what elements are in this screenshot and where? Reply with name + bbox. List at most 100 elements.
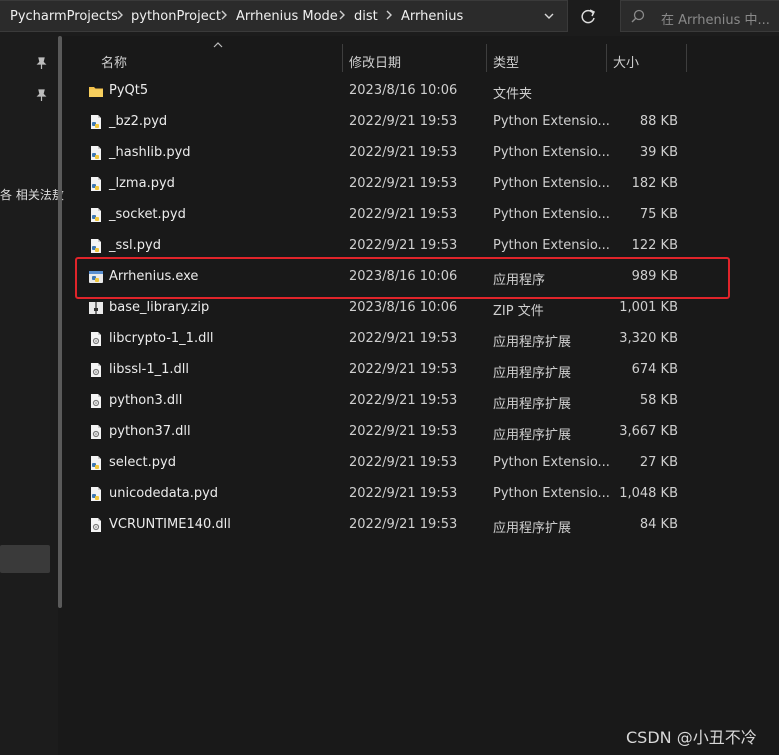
zip-file-icon <box>88 300 104 316</box>
file-name: python37.dll <box>109 424 191 439</box>
file-type: 应用程序扩展 <box>493 366 572 381</box>
file-type: Python Extensio... <box>493 145 610 160</box>
file-name: python3.dll <box>109 393 183 408</box>
sort-ascending-icon <box>213 42 223 48</box>
file-name: unicodedata.pyd <box>109 486 219 501</box>
pin-icon[interactable] <box>34 88 48 102</box>
file-size: 1,001 KB <box>619 300 678 315</box>
python-file-icon <box>88 486 104 502</box>
nav-item-label[interactable]: 各 相关法敖 <box>0 186 64 203</box>
file-type: 应用程序扩展 <box>493 521 572 536</box>
folder-icon <box>88 83 104 99</box>
file-modified: 2022/9/21 19:53 <box>349 176 458 191</box>
watermark: CSDN @小丑不冷 <box>626 728 757 747</box>
file-row[interactable]: _lzma.pyd 2022/9/21 19:53 Python Extensio.… <box>78 169 688 200</box>
search-icon <box>631 9 645 23</box>
file-size: 182 KB <box>631 176 678 191</box>
file-row[interactable]: VCRUNTIME140.dll 2022/9/21 19:53 应用程序扩展 84 … <box>78 510 688 541</box>
file-name: _ssl.pyd <box>109 238 161 253</box>
file-type: 文件夹 <box>493 87 533 102</box>
file-row[interactable]: libssl-1_1.dll 2022/9/21 19:53 应用程序扩展 674 K… <box>78 355 688 386</box>
file-row[interactable]: select.pyd 2022/9/21 19:53 Python Extensio… <box>78 448 688 479</box>
breadcrumb-arrhenius-mode[interactable]: Arrhenius Mode <box>236 9 338 24</box>
python-file-icon <box>88 207 104 223</box>
file-type: Python Extensio... <box>493 238 610 253</box>
file-row[interactable]: libcrypto-1_1.dll 2022/9/21 19:53 应用程序扩展 3,… <box>78 324 688 355</box>
dll-file-icon <box>88 393 104 409</box>
breadcrumb-dist[interactable]: dist <box>354 9 378 24</box>
dll-file-icon <box>88 331 104 347</box>
file-name: select.pyd <box>109 455 176 470</box>
column-header-type[interactable]: 类型 <box>493 52 519 71</box>
highlight-box <box>75 257 730 299</box>
file-size: 75 KB <box>639 207 678 222</box>
file-size: 39 KB <box>639 145 678 160</box>
file-modified: 2022/9/21 19:53 <box>349 114 458 129</box>
column-divider[interactable] <box>686 44 687 72</box>
file-name: VCRUNTIME140.dll <box>109 517 231 532</box>
file-size: 27 KB <box>639 455 678 470</box>
file-size: 84 KB <box>639 517 678 532</box>
file-row[interactable]: _bz2.pyd 2022/9/21 19:53 Python Extensio..… <box>78 107 688 138</box>
file-name: _hashlib.pyd <box>109 145 191 160</box>
file-size: 674 KB <box>631 362 678 377</box>
file-type: 应用程序扩展 <box>493 428 572 443</box>
file-type: 应用程序扩展 <box>493 397 572 412</box>
chevron-right-icon[interactable] <box>383 7 395 23</box>
file-modified: 2022/9/21 19:53 <box>349 238 458 253</box>
file-modified: 2022/9/21 19:53 <box>349 517 458 532</box>
column-header-size[interactable]: 大小 <box>613 52 639 71</box>
pin-icon[interactable] <box>34 56 48 70</box>
search-box[interactable]: 在 Arrhenius 中... <box>620 0 779 32</box>
column-header-modified[interactable]: 修改日期 <box>349 52 401 71</box>
column-header-name[interactable]: 名称 <box>101 52 127 71</box>
address-bar[interactable]: PycharmProjects pythonProject Arrhenius … <box>0 0 568 32</box>
breadcrumb-pythonproject[interactable]: pythonProject <box>131 9 221 24</box>
file-row[interactable]: PyQt5 2023/8/16 10:06 文件夹 <box>78 76 688 107</box>
column-divider[interactable] <box>342 44 343 72</box>
file-name: PyQt5 <box>109 83 149 98</box>
breadcrumb-arrhenius[interactable]: Arrhenius <box>401 9 463 24</box>
file-row[interactable]: python3.dll 2022/9/21 19:53 应用程序扩展 58 KB <box>78 386 688 417</box>
file-type: Python Extensio... <box>493 114 610 129</box>
address-toolbar: PycharmProjects pythonProject Arrhenius … <box>0 0 779 36</box>
file-name: _socket.pyd <box>109 207 186 222</box>
chevron-right-icon[interactable] <box>218 7 230 23</box>
python-file-icon <box>88 238 104 254</box>
nav-scrollbar[interactable] <box>58 36 62 608</box>
dll-file-icon <box>88 362 104 378</box>
file-name: _bz2.pyd <box>109 114 168 129</box>
chevron-right-icon[interactable] <box>336 7 348 23</box>
python-file-icon <box>88 176 104 192</box>
file-modified: 2022/9/21 19:53 <box>349 455 458 470</box>
file-type: ZIP 文件 <box>493 304 544 319</box>
file-modified: 2022/9/21 19:53 <box>349 207 458 222</box>
file-row[interactable]: python37.dll 2022/9/21 19:53 应用程序扩展 3,667 K… <box>78 417 688 448</box>
column-divider[interactable] <box>606 44 607 72</box>
file-type: Python Extensio... <box>493 455 610 470</box>
file-name: base_library.zip <box>109 300 210 315</box>
file-modified: 2022/9/21 19:53 <box>349 424 458 439</box>
file-modified: 2023/8/16 10:06 <box>349 300 458 315</box>
file-name: _lzma.pyd <box>109 176 175 191</box>
file-modified: 2022/9/21 19:53 <box>349 331 458 346</box>
chevron-down-icon[interactable] <box>542 11 556 23</box>
file-name: libcrypto-1_1.dll <box>109 331 214 346</box>
column-divider[interactable] <box>486 44 487 72</box>
nav-selected-item[interactable] <box>0 545 50 573</box>
chevron-right-icon[interactable] <box>114 7 126 23</box>
search-input[interactable]: 在 Arrhenius 中... <box>661 9 770 28</box>
python-file-icon <box>88 145 104 161</box>
file-size: 3,667 KB <box>619 424 678 439</box>
file-row[interactable]: _hashlib.pyd 2022/9/21 19:53 Python Extens… <box>78 138 688 169</box>
refresh-icon[interactable] <box>577 6 599 28</box>
file-type: Python Extensio... <box>493 176 610 191</box>
file-row[interactable]: unicodedata.pyd 2022/9/21 19:53 Python Ext… <box>78 479 688 510</box>
file-type: 应用程序扩展 <box>493 335 572 350</box>
file-size: 122 KB <box>631 238 678 253</box>
file-type: Python Extensio... <box>493 207 610 222</box>
file-row[interactable]: _socket.pyd 2022/9/21 19:53 Python Extensi… <box>78 200 688 231</box>
file-modified: 2022/9/21 19:53 <box>349 362 458 377</box>
breadcrumb-pycharmprojects[interactable]: PycharmProjects <box>10 9 118 24</box>
file-size: 58 KB <box>639 393 678 408</box>
